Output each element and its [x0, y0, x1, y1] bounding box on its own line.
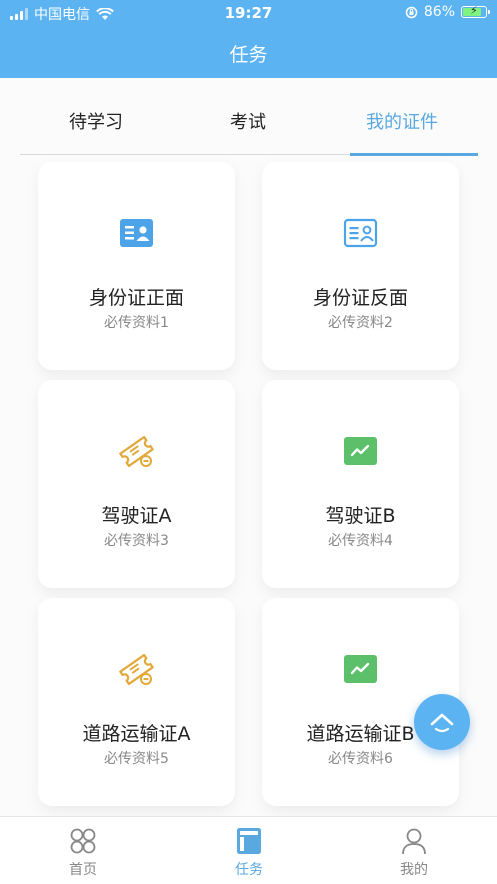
card-subtitle: 必传资料2	[328, 315, 393, 331]
tasks-icon	[237, 828, 261, 854]
card-id-front[interactable]: 身份证正面 必传资料1	[38, 162, 235, 370]
id-card-icon	[120, 219, 153, 247]
ticket-icon	[119, 653, 154, 686]
card-title: 驾驶证A	[101, 505, 172, 527]
card-subtitle: 必传资料4	[328, 533, 393, 549]
top-bar: 中国电信 19:27 86% ⚡ 任务	[0, 0, 497, 78]
card-license-b[interactable]: 驾驶证B 必传资料4	[262, 380, 459, 588]
orientation-lock-icon	[405, 6, 418, 18]
scroll-to-top-button[interactable]	[414, 694, 470, 750]
status-bar: 中国电信 19:27 86% ⚡	[0, 0, 497, 26]
page-title: 任务	[229, 44, 268, 66]
tab-exam[interactable]: 考试	[172, 108, 324, 134]
chart-card-icon	[344, 655, 377, 683]
card-title: 道路运输证A	[82, 723, 191, 745]
battery-icon: ⚡	[461, 4, 490, 18]
nav-tasks[interactable]: 任务	[189, 827, 309, 879]
ticket-icon	[119, 435, 154, 468]
nav-profile[interactable]: 我的	[354, 827, 474, 879]
card-subtitle: 必传资料5	[104, 751, 169, 767]
card-title: 身份证反面	[312, 287, 408, 309]
card-transport-a[interactable]: 道路运输证A 必传资料5	[38, 598, 235, 806]
chevron-up-icon	[430, 713, 454, 733]
right-status: 86% ⚡	[405, 4, 490, 20]
card-subtitle: 必传资料6	[328, 751, 393, 767]
card-subtitle: 必传资料3	[104, 533, 169, 549]
tab-bar: 待学习 考试 我的证件	[20, 78, 478, 156]
nav-home-label: 首页	[69, 862, 97, 878]
card-title: 身份证正面	[88, 287, 184, 309]
nav-profile-label: 我的	[400, 862, 428, 878]
nav-home[interactable]: 首页	[23, 827, 143, 879]
tab-active-indicator	[350, 153, 478, 156]
battery-percent: 86%	[423, 4, 455, 20]
nav-tasks-label: 任务	[235, 862, 263, 878]
person-icon	[402, 828, 426, 855]
tab-my-certificates[interactable]: 我的证件	[326, 108, 478, 134]
id-card-outline-icon	[343, 218, 378, 248]
home-grid-icon	[70, 828, 96, 854]
card-id-back[interactable]: 身份证反面 必传资料2	[262, 162, 459, 370]
card-license-a[interactable]: 驾驶证A 必传资料3	[38, 380, 235, 588]
card-title: 驾驶证B	[325, 505, 396, 527]
bottom-navigation: 首页 任务 我的	[0, 816, 497, 884]
tab-study[interactable]: 待学习	[20, 108, 172, 134]
chart-card-icon	[344, 437, 377, 465]
card-subtitle: 必传资料1	[104, 315, 169, 331]
